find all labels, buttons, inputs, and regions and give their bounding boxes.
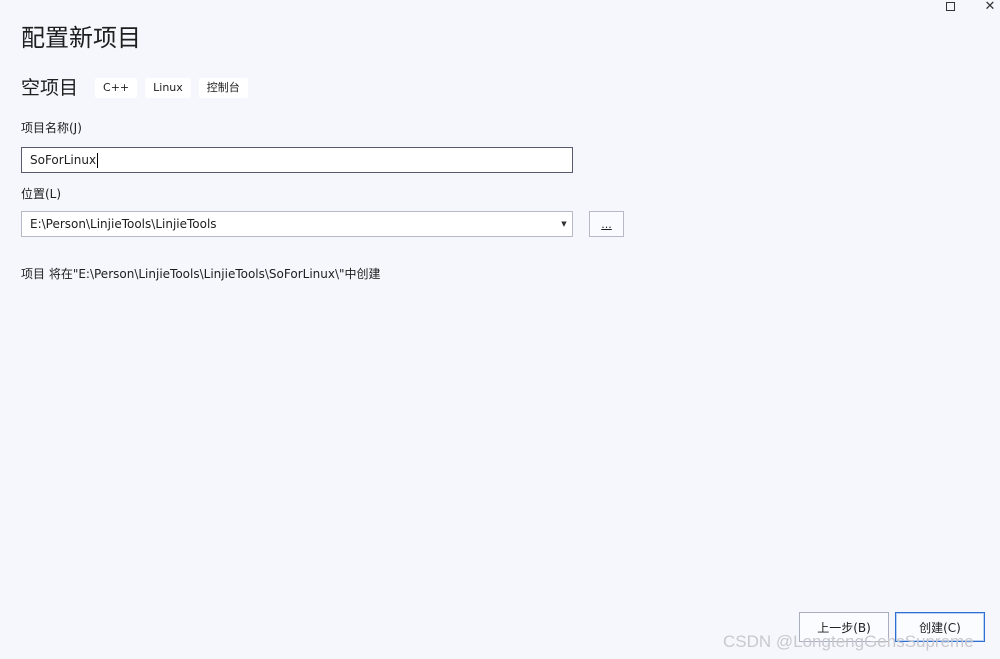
tag-cpp: C++ — [95, 78, 138, 98]
project-name-input[interactable]: SoForLinux — [21, 147, 573, 173]
close-icon: ✕ — [984, 0, 996, 14]
template-header: 空项目 C++ Linux 控制台 — [21, 74, 256, 102]
project-name-label: 项目名称(J) — [21, 121, 82, 135]
configure-project-window: ✕ 配置新项目 空项目 C++ Linux 控制台 项目名称(J) SoForL… — [0, 0, 1000, 659]
tag-linux: Linux — [145, 78, 191, 98]
location-combobox[interactable]: E:\Person\LinjieTools\LinjieTools ▼ — [21, 211, 573, 237]
watermark: CSDN @LongtengGensSupreme — [723, 632, 974, 651]
text-caret — [97, 152, 99, 168]
browse-button[interactable]: ... — [589, 211, 624, 237]
maximize-button[interactable] — [930, 0, 970, 16]
maximize-icon — [945, 1, 955, 11]
location-label: 位置(L) — [21, 187, 62, 201]
page-title: 配置新项目 — [21, 24, 141, 52]
location-value: E:\Person\LinjieTools\LinjieTools — [30, 217, 217, 231]
close-button[interactable]: ✕ — [970, 0, 1000, 16]
creation-path-info: 项目 将在"E:\Person\LinjieTools\LinjieTools\… — [21, 267, 381, 281]
project-name-value: SoForLinux — [30, 153, 97, 167]
template-name: 空项目 — [21, 77, 79, 99]
chevron-down-icon[interactable]: ▼ — [556, 212, 572, 236]
tag-console: 控制台 — [198, 78, 248, 98]
